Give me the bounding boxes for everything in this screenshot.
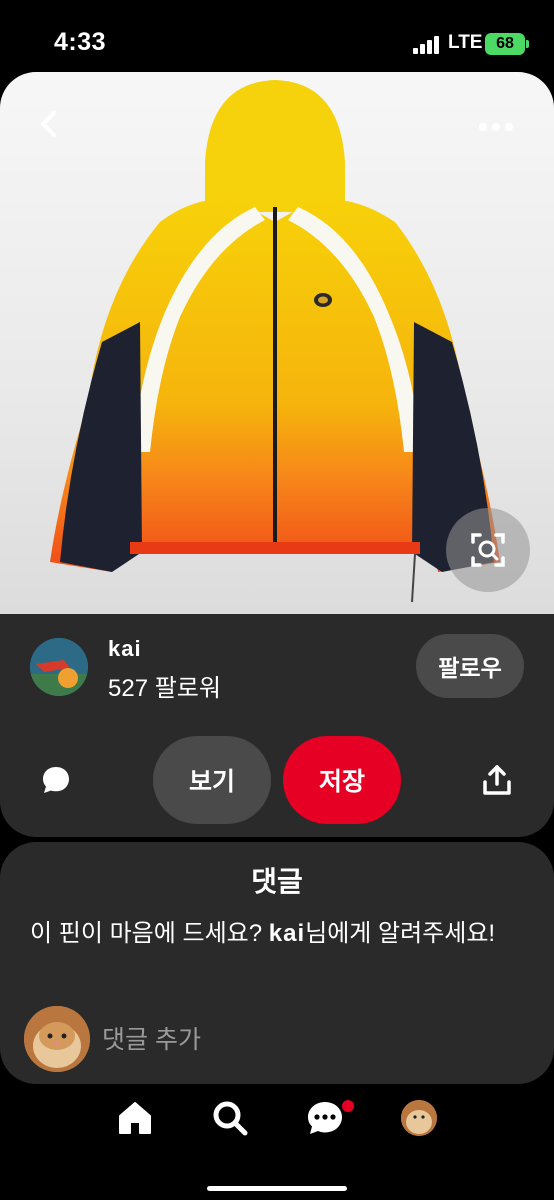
home-indicator (207, 1186, 347, 1191)
profile-avatar-image (401, 1100, 437, 1136)
creator-avatar-image (30, 638, 88, 696)
user-avatar (24, 1006, 90, 1072)
pin-image[interactable] (0, 72, 554, 614)
more-icon[interactable] (478, 120, 514, 134)
save-button[interactable]: 저장 (283, 736, 401, 824)
prompt-text-before: 이 핀이 마음에 드세요? (30, 920, 269, 947)
messages-icon[interactable] (305, 1098, 345, 1138)
bottom-nav (0, 1084, 554, 1200)
follow-button[interactable]: 팔로우 (416, 634, 524, 698)
creator-name[interactable]: kai (108, 636, 142, 662)
prompt-creator-name[interactable]: kai (269, 920, 305, 947)
comment-icon[interactable] (40, 764, 72, 796)
pin-card: kai 527 팔로워 팔로우 보기 저장 (0, 72, 554, 837)
status-bar: 4:33 LTE 68 (0, 0, 554, 72)
action-row: 보기 저장 (0, 736, 554, 826)
comments-card: 댓글 이 핀이 마음에 드세요? kai님에게 알려주세요! 댓글 추가 (0, 842, 554, 1084)
prompt-text-after: 님에게 알려주세요! (305, 920, 496, 947)
battery-tip (526, 40, 529, 48)
search-icon[interactable] (210, 1098, 250, 1138)
signal-icon (413, 36, 443, 54)
share-icon[interactable] (482, 764, 512, 796)
hamster-avatar-image (24, 1006, 90, 1072)
comments-prompt: 이 핀이 마음에 드세요? kai님에게 알려주세요! (30, 916, 510, 952)
profile-avatar[interactable] (401, 1100, 437, 1136)
follower-count: 527 팔로워 (108, 675, 221, 702)
notification-dot (342, 1100, 354, 1112)
comments-title: 댓글 (251, 866, 303, 897)
creator-avatar[interactable] (30, 638, 88, 696)
home-icon[interactable] (115, 1098, 155, 1138)
creator-row: kai 527 팔로워 팔로우 (0, 630, 554, 706)
network-label: LTE (448, 32, 483, 53)
visual-search-icon (471, 533, 505, 567)
visual-search-button[interactable] (446, 508, 530, 592)
battery-icon: 68 (485, 33, 525, 55)
status-time: 4:33 (54, 28, 107, 56)
view-button[interactable]: 보기 (153, 736, 271, 824)
add-comment-input[interactable]: 댓글 추가 (102, 1020, 201, 1056)
back-icon[interactable] (34, 108, 66, 140)
